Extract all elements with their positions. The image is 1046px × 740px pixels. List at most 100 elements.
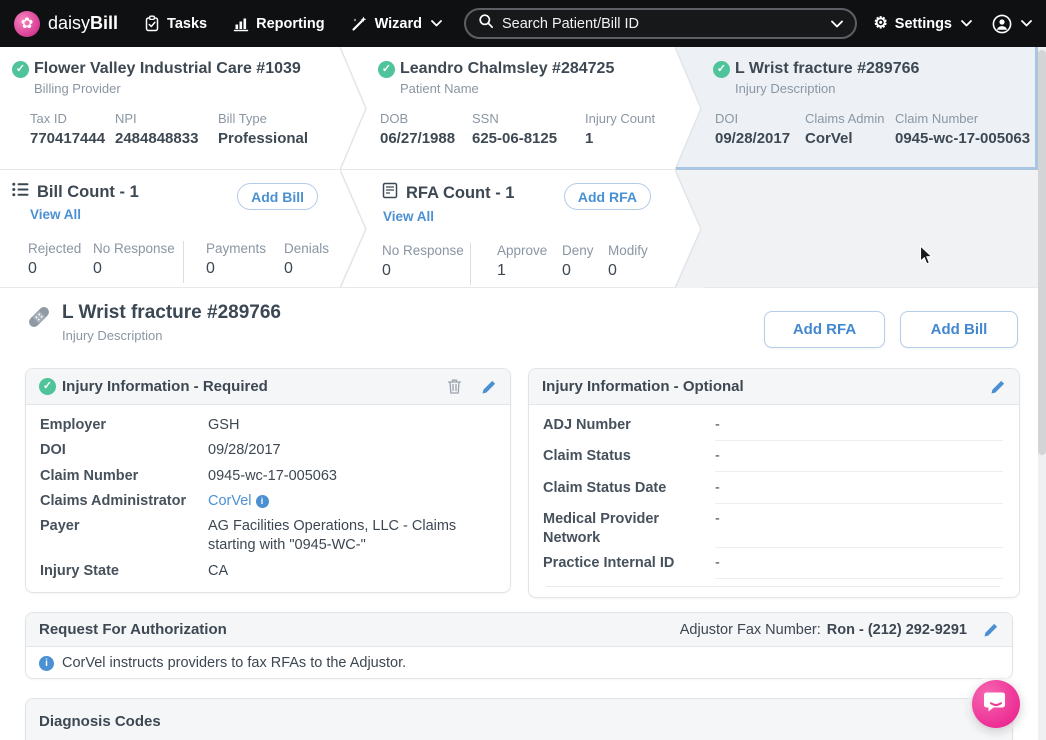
injury-title: L Wrist fracture #289766: [735, 60, 919, 78]
daisybill-logo[interactable]: ✿ daisyBill: [14, 11, 118, 37]
row-value: -: [715, 416, 1003, 441]
stat-value: 0: [93, 260, 183, 278]
billing-provider-subtitle: Billing Provider: [34, 81, 340, 96]
scrollbar-thumb[interactable]: [1038, 50, 1046, 455]
row-label: ADJ Number: [543, 416, 715, 435]
row-label: Practice Internal ID: [543, 554, 715, 573]
stat-value: 0: [608, 262, 648, 280]
rfa-view-all-link[interactable]: View All: [383, 209, 434, 224]
brand-name: daisyBill: [48, 13, 118, 34]
nav-wizard[interactable]: Wizard: [351, 15, 442, 32]
field-value: 09/28/2017: [715, 130, 805, 147]
injury-optional-card: Injury Information - Optional ADJ Number…: [528, 368, 1020, 598]
stat-value: 0: [562, 262, 608, 280]
stat-label: Deny: [562, 243, 608, 258]
chat-launcher-button[interactable]: [972, 680, 1020, 728]
patient-search[interactable]: [464, 8, 857, 39]
check-circle-icon: ✓: [713, 61, 730, 78]
rfa-note-text: CorVel instructs providers to fax RFAs t…: [62, 655, 406, 671]
edit-pencil-icon[interactable]: [481, 379, 497, 395]
field-value: 2484848833: [115, 130, 218, 147]
field-label: SSN: [472, 111, 585, 126]
chat-bubble-icon: [984, 690, 1008, 719]
row-label: Claim Number: [40, 467, 208, 486]
row-value: -: [715, 510, 1003, 548]
user-avatar-icon: [992, 14, 1012, 34]
rfa-count-panel: RFA Count - 1 View All Add RFA No Respon…: [368, 170, 675, 287]
billing-provider-title: Flower Valley Industrial Care #1039: [34, 60, 301, 78]
patient-subtitle: Patient Name: [400, 81, 675, 96]
add-rfa-button[interactable]: Add RFA: [764, 311, 885, 348]
chevron-down-icon[interactable]: [831, 15, 843, 33]
info-icon[interactable]: i: [256, 495, 269, 508]
optional-card-title: Injury Information - Optional: [542, 378, 744, 395]
billing-provider-card[interactable]: ✓ Flower Valley Industrial Care #1039 Bi…: [0, 47, 340, 169]
patient-card[interactable]: ✓ Leandro Chalmsley #284725 Patient Name…: [368, 47, 675, 169]
row-value: -: [715, 554, 1003, 579]
trash-icon[interactable]: [447, 378, 462, 395]
injury-subtitle: Injury Description: [735, 81, 1038, 96]
row-label: Injury State: [40, 562, 208, 581]
field-label: DOI: [715, 111, 805, 126]
field-label: Bill Type: [218, 111, 308, 126]
add-rfa-button-small[interactable]: Add RFA: [564, 183, 651, 210]
row-label: DOI: [40, 441, 208, 460]
row-label: Employer: [40, 416, 208, 435]
field-value: Professional: [218, 130, 308, 147]
edit-pencil-icon[interactable]: [990, 379, 1006, 395]
chevron-separator: [340, 47, 368, 169]
injury-card-active[interactable]: ✓ L Wrist fracture #289766 Injury Descri…: [703, 47, 1038, 169]
bill-count-title: Bill Count - 1: [37, 183, 139, 202]
patient-title: Leandro Chalmsley #284725: [400, 60, 614, 78]
row-value: 0945-wc-17-005063: [208, 467, 496, 486]
stat-value: 0: [28, 260, 93, 278]
facesheet-link[interactable]: Facesheet: [543, 597, 1003, 598]
stat-value: 0: [382, 262, 470, 280]
info-icon: i: [39, 656, 54, 671]
row-label: Payer: [40, 517, 208, 536]
context-header-band: ✓ Flower Valley Industrial Care #1039 Bi…: [0, 47, 1038, 170]
chevron-separator: [340, 170, 368, 287]
stat-divider: [470, 243, 471, 285]
field-label: NPI: [115, 111, 218, 126]
stat-label: Denials: [284, 241, 329, 256]
bill-view-all-link[interactable]: View All: [30, 207, 81, 222]
chevron-down-icon: [1021, 20, 1032, 27]
stat-value: 1: [497, 262, 562, 280]
chevron-down-icon: [961, 20, 972, 27]
search-icon: [478, 13, 494, 34]
page-header: L Wrist fracture #289766 Injury Descript…: [26, 302, 281, 343]
row-value: AG Facilities Operations, LLC - Claims s…: [208, 517, 496, 555]
chevron-down-icon: [431, 20, 442, 27]
corvel-link[interactable]: CorVel: [208, 493, 252, 509]
clipboard-check-icon: [144, 15, 160, 32]
row-value: 09/28/2017: [208, 441, 496, 460]
nav-settings[interactable]: ⚙ Settings: [873, 16, 972, 32]
stat-value: 0: [284, 260, 329, 278]
required-card-title: Injury Information - Required: [62, 378, 268, 395]
nav-tasks[interactable]: Tasks: [144, 15, 207, 32]
add-bill-button[interactable]: Add Bill: [900, 311, 1018, 348]
field-label: Tax ID: [30, 111, 115, 126]
field-label: DOB: [380, 111, 472, 126]
magic-wand-icon: [351, 15, 368, 32]
page-subtitle: Injury Description: [62, 328, 281, 343]
stat-value: 0: [206, 260, 284, 278]
rfa-count-title: RFA Count - 1: [406, 184, 514, 203]
field-value: 0945-wc-17-005063: [895, 130, 1030, 147]
chevron-separator: [675, 47, 703, 169]
list-icon: [12, 182, 29, 202]
nav-account[interactable]: [992, 14, 1032, 34]
edit-pencil-icon[interactable]: [983, 622, 999, 638]
check-circle-icon: ✓: [12, 61, 29, 78]
add-bill-button-small[interactable]: Add Bill: [237, 183, 318, 210]
bill-count-panel: Bill Count - 1 View All Add Bill Rejecte…: [0, 170, 340, 287]
row-value: -: [715, 447, 1003, 472]
gear-icon: ⚙: [873, 16, 887, 32]
row-value: CorVeli: [208, 492, 496, 511]
nav-reporting[interactable]: Reporting: [233, 16, 324, 32]
rfa-section-title: Request For Authorization: [39, 621, 227, 638]
search-input[interactable]: [502, 16, 823, 32]
field-value: 770417444: [30, 130, 115, 147]
main-content: L Wrist fracture #289766 Injury Descript…: [0, 288, 1038, 740]
